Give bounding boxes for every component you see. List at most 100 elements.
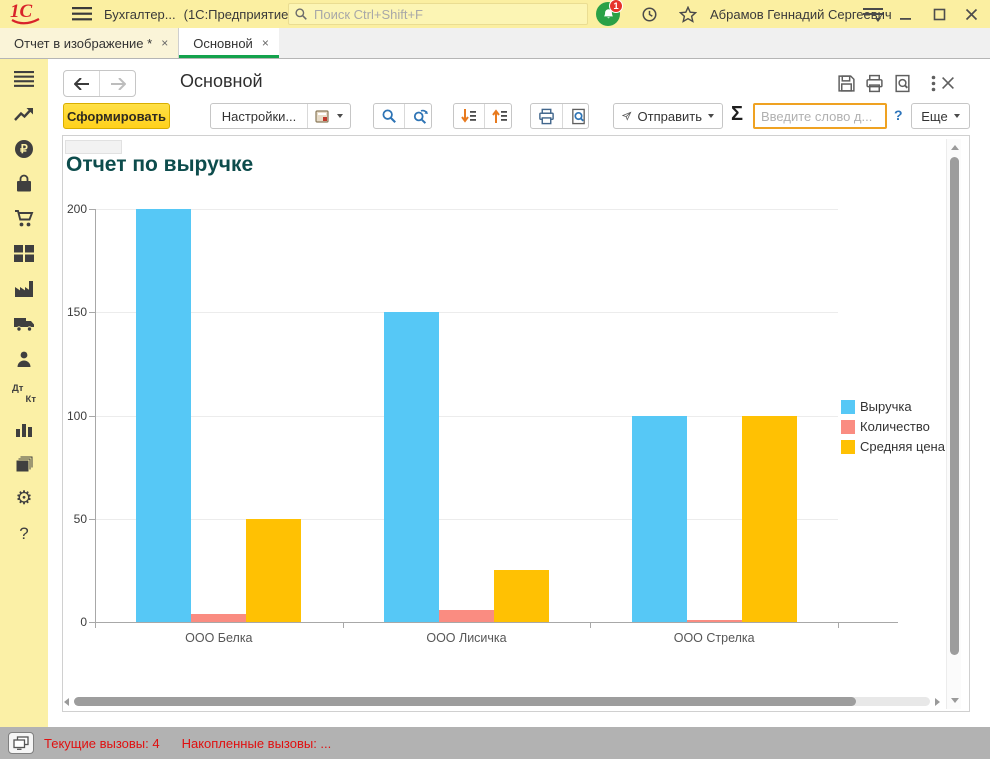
operations-icon: Дт Кт bbox=[12, 383, 36, 405]
forward-button[interactable] bbox=[99, 71, 135, 96]
print-preview-icon[interactable] bbox=[890, 72, 914, 94]
sections-menu-icon bbox=[14, 70, 34, 87]
sidebar-item-fixed-assets[interactable] bbox=[0, 306, 48, 341]
status-bar: Текущие вызовы: 4 Накопленные вызовы: ..… bbox=[0, 727, 990, 759]
tab-report-image[interactable]: Отчет в изображение * × bbox=[0, 28, 180, 58]
toolbar-preview-button[interactable] bbox=[562, 104, 594, 128]
vertical-scroll-thumb[interactable] bbox=[950, 157, 959, 655]
tab-label: Основной bbox=[193, 35, 253, 51]
nav-history-group bbox=[63, 70, 136, 97]
sort-asc-button[interactable] bbox=[484, 104, 515, 128]
more-button[interactable]: Еще bbox=[911, 103, 970, 129]
settings-label: Настройки... bbox=[221, 108, 297, 124]
tab-main[interactable]: Основной × bbox=[179, 28, 279, 58]
tab-bar: Отчет в изображение * × Основной × bbox=[0, 28, 990, 59]
settings-button[interactable]: Настройки... bbox=[211, 104, 307, 128]
help-icon: ? bbox=[19, 523, 29, 543]
notification-badge: 1 bbox=[609, 0, 623, 13]
cancel-find-icon bbox=[413, 109, 428, 124]
close-icon[interactable] bbox=[960, 4, 982, 24]
tab-label: Отчет в изображение * bbox=[14, 35, 153, 51]
reports-icon bbox=[16, 423, 32, 437]
logo-swoosh bbox=[11, 18, 40, 25]
maximize-icon[interactable] bbox=[928, 4, 950, 24]
cancel-find-button[interactable] bbox=[404, 104, 436, 128]
1c-logo: 1С bbox=[10, 1, 44, 27]
vertical-scrollbar[interactable] bbox=[946, 139, 961, 709]
sum-icon[interactable]: Σ bbox=[731, 103, 743, 126]
settings-group: Настройки... bbox=[210, 103, 351, 129]
favorites-icon[interactable] bbox=[677, 4, 699, 24]
current-calls-text: Текущие вызовы: 4 bbox=[44, 735, 160, 751]
sidebar-item-managers[interactable] bbox=[0, 96, 48, 131]
purchases-icon bbox=[15, 210, 34, 227]
tab-close-icon[interactable]: × bbox=[161, 36, 168, 50]
toolbar-help-button[interactable]: ? bbox=[894, 107, 903, 123]
tab-close-icon[interactable]: × bbox=[262, 36, 269, 50]
report-variants-button[interactable] bbox=[307, 104, 350, 128]
performance-indicator-button[interactable] bbox=[8, 732, 34, 754]
report-variants-icon bbox=[315, 109, 329, 123]
global-search-input[interactable] bbox=[308, 6, 587, 22]
filter-word-input[interactable] bbox=[753, 103, 887, 129]
toolbar-preview-icon bbox=[572, 108, 585, 124]
sidebar-item-production[interactable] bbox=[0, 271, 48, 306]
fixed-assets-icon bbox=[13, 317, 34, 332]
sidebar-item-staff[interactable] bbox=[0, 341, 48, 376]
scroll-left-icon[interactable] bbox=[64, 698, 69, 706]
sidebar-item-warehouse[interactable] bbox=[0, 236, 48, 271]
print-group bbox=[530, 103, 589, 129]
app-title: Бухгалтер... bbox=[104, 6, 176, 22]
back-button[interactable] bbox=[64, 71, 99, 96]
find-button[interactable] bbox=[374, 104, 404, 128]
sort-desc-button[interactable] bbox=[454, 104, 484, 128]
sidebar-item-sections[interactable] bbox=[0, 61, 48, 96]
minimize-icon[interactable] bbox=[894, 4, 916, 24]
sidebar-item-purchases[interactable] bbox=[0, 201, 48, 236]
notifications-button[interactable]: 1 bbox=[596, 0, 624, 28]
sidebar-item-sales[interactable] bbox=[0, 166, 48, 201]
call-stats: Текущие вызовы: 4 Накопленные вызовы: ..… bbox=[44, 736, 331, 751]
staff-icon bbox=[17, 351, 31, 367]
toolbar-print-icon bbox=[539, 108, 554, 124]
app-context: (1С:Предприятие) bbox=[183, 6, 293, 22]
send-icon bbox=[622, 111, 632, 121]
send-label: Отправить bbox=[637, 108, 702, 124]
find-icon bbox=[382, 109, 396, 123]
sidebar-item-bank-cash[interactable]: ₽ bbox=[0, 131, 48, 166]
more-label: Еще bbox=[921, 108, 948, 124]
scroll-up-icon[interactable] bbox=[951, 145, 959, 150]
sidebar-item-reports[interactable] bbox=[0, 411, 48, 446]
chart-title: Отчет по выручке bbox=[66, 153, 254, 176]
sidebar-item-administration[interactable]: ⚙ bbox=[0, 481, 48, 516]
toolbar-print-button[interactable] bbox=[531, 104, 562, 128]
app-window: 1С Бухгалтер... (1С:Предприятие) 1 Абрам… bbox=[0, 0, 990, 759]
save-icon[interactable] bbox=[834, 72, 858, 94]
form-title: Основной bbox=[180, 71, 263, 91]
sidebar-item-help[interactable]: ? bbox=[0, 516, 48, 551]
service-menu-icon[interactable] bbox=[862, 4, 884, 24]
history-icon[interactable] bbox=[638, 4, 660, 24]
horizontal-scroll-thumb[interactable] bbox=[74, 697, 856, 706]
report-corner-cell bbox=[65, 140, 122, 154]
dt-label: Дт bbox=[12, 382, 24, 394]
svg-text:₽: ₽ bbox=[20, 142, 28, 156]
sidebar-item-directories[interactable] bbox=[0, 446, 48, 481]
administration-icon: ⚙ bbox=[15, 488, 33, 509]
dropdown-caret-icon bbox=[708, 114, 714, 118]
main-menu-icon[interactable] bbox=[72, 7, 92, 26]
sidebar-item-operations[interactable]: Дт Кт bbox=[0, 376, 48, 411]
sort-desc-icon bbox=[461, 109, 476, 123]
production-icon bbox=[15, 281, 33, 297]
dropdown-caret-icon bbox=[337, 114, 343, 118]
horizontal-scrollbar[interactable] bbox=[64, 695, 940, 708]
report-panel bbox=[62, 135, 970, 712]
send-button[interactable]: Отправить bbox=[613, 103, 723, 129]
form-close-icon[interactable] bbox=[936, 72, 960, 94]
scroll-right-icon[interactable] bbox=[935, 698, 940, 706]
generate-button[interactable]: Сформировать bbox=[63, 103, 170, 129]
print-icon[interactable] bbox=[862, 72, 886, 94]
scroll-down-icon[interactable] bbox=[951, 698, 959, 703]
global-search[interactable] bbox=[288, 3, 588, 25]
accumulated-calls-text: Накопленные вызовы: ... bbox=[181, 735, 332, 751]
